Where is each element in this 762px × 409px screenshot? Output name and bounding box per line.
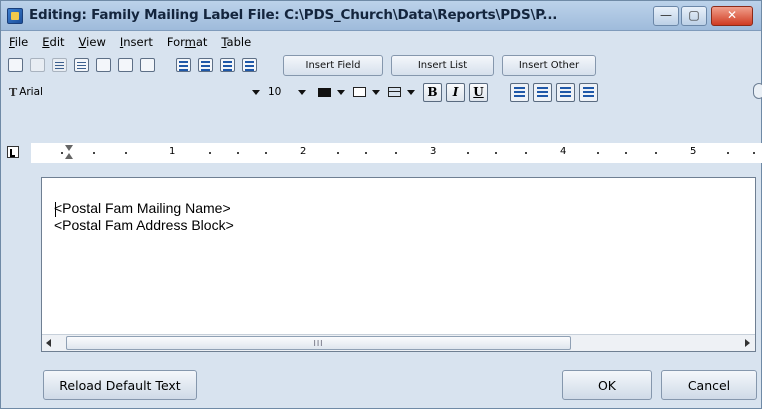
italic-button[interactable]: I: [446, 82, 465, 102]
menu-format-accel: m: [184, 35, 196, 49]
indent-icon[interactable]: [217, 55, 237, 75]
find-replace-icon[interactable]: [115, 55, 135, 75]
editor-line-address-block: <Postal Fam Address Block>: [54, 217, 234, 233]
standard-toolbar: Insert Field Insert List Insert Other: [5, 53, 596, 77]
text-color-icon: [318, 87, 331, 97]
text-caret: [55, 202, 56, 217]
font-size-select[interactable]: 10: [260, 82, 312, 102]
align-left-icon[interactable]: [510, 82, 529, 102]
scroll-thumb[interactable]: III: [66, 336, 571, 350]
highlight-arrow-icon[interactable]: [372, 89, 380, 95]
ruler: 1 2 3 4 5: [1, 143, 762, 163]
label-text-editor[interactable]: <Postal Fam Mailing Name> <Postal Fam Ad…: [41, 177, 756, 352]
title-bar[interactable]: Editing: Family Mailing Label File: C:\P…: [1, 1, 761, 31]
scroll-right-icon[interactable]: [745, 339, 750, 347]
text-color-arrow-icon[interactable]: [337, 89, 345, 95]
insert-list-button[interactable]: Insert List: [391, 54, 494, 76]
editor-dialog: Editing: Family Mailing Label File: C:\P…: [0, 0, 762, 409]
menu-edit-accel: E: [42, 35, 50, 49]
ruler-number: 2: [300, 146, 307, 157]
tab-stop-selector-icon[interactable]: [7, 146, 19, 158]
ruler-number: 1: [169, 146, 176, 157]
window-title: Editing: Family Mailing Label File: C:\P…: [29, 7, 558, 23]
text-color-picker[interactable]: [318, 82, 345, 102]
paste-icon[interactable]: [71, 55, 91, 75]
border-arrow-icon[interactable]: [407, 89, 415, 95]
copy-icon[interactable]: [49, 55, 69, 75]
font-select-value: Arial: [19, 86, 43, 98]
editor-content[interactable]: <Postal Fam Mailing Name> <Postal Fam Ad…: [54, 200, 234, 234]
menu-view-label: iew: [86, 35, 106, 49]
underline-button[interactable]: U: [469, 82, 488, 102]
cut-icon[interactable]: [27, 55, 47, 75]
menu-view[interactable]: View: [73, 32, 114, 52]
cancel-button[interactable]: Cancel: [661, 370, 757, 400]
bold-button[interactable]: B: [423, 82, 442, 102]
menu-insert-label: nsert: [123, 35, 153, 49]
menu-insert[interactable]: Insert: [114, 32, 161, 52]
scroll-left-icon[interactable]: [46, 339, 51, 347]
format-toolbar: T Arial 10 B I U: [5, 80, 598, 104]
indent-marker-icon[interactable]: [64, 145, 74, 161]
ruler-number: 4: [560, 146, 567, 157]
undo-icon[interactable]: [5, 55, 25, 75]
spell-check-icon[interactable]: [137, 55, 157, 75]
menu-file[interactable]: File: [3, 32, 36, 52]
menu-format-pre: For: [166, 35, 185, 49]
border-icon: [388, 87, 401, 97]
maximize-button[interactable]: ▢: [681, 6, 707, 26]
border-picker[interactable]: [388, 82, 415, 102]
menu-edit[interactable]: Edit: [36, 32, 72, 52]
font-select[interactable]: T Arial: [5, 82, 260, 102]
menu-bar: File Edit View Insert Format Table: [3, 32, 259, 52]
menu-file-label: ile: [14, 35, 29, 49]
ok-button[interactable]: OK: [562, 370, 652, 400]
menu-format-label: at: [195, 35, 208, 49]
justify-icon[interactable]: [579, 82, 598, 102]
font-dropdown-arrow-icon[interactable]: [252, 89, 260, 95]
font-size-value: 10: [268, 86, 282, 98]
minimize-button[interactable]: —: [653, 6, 679, 26]
menu-table[interactable]: Table: [215, 32, 259, 52]
highlight-color-picker[interactable]: [353, 82, 380, 102]
menu-edit-label: dit: [49, 35, 65, 49]
editor-line-mailing-name: <Postal Fam Mailing Name>: [54, 200, 231, 216]
app-icon: [7, 8, 23, 24]
menu-format[interactable]: Format: [161, 32, 216, 52]
numbered-list-icon[interactable]: [195, 55, 215, 75]
horizontal-scrollbar[interactable]: III: [42, 334, 755, 351]
overflow-toolbar-icon[interactable]: [753, 83, 762, 99]
menu-table-label: able: [226, 35, 252, 49]
format-painter-icon[interactable]: [93, 55, 113, 75]
align-right-icon[interactable]: [556, 82, 575, 102]
bullet-list-icon[interactable]: [173, 55, 193, 75]
align-center-icon[interactable]: [533, 82, 552, 102]
ruler-number: 5: [690, 146, 697, 157]
close-button[interactable]: ✕: [711, 6, 753, 26]
insert-field-button[interactable]: Insert Field: [283, 54, 383, 76]
ruler-strip[interactable]: 1 2 3 4 5: [31, 143, 762, 163]
font-type-icon: T: [9, 85, 18, 99]
highlight-color-icon: [353, 87, 366, 97]
reload-default-text-button[interactable]: Reload Default Text: [43, 370, 197, 400]
ruler-number: 3: [430, 146, 437, 157]
scroll-grip: III: [313, 339, 324, 348]
size-dropdown-arrow-icon[interactable]: [298, 89, 306, 95]
outdent-icon[interactable]: [239, 55, 259, 75]
insert-other-button[interactable]: Insert Other: [502, 54, 596, 76]
